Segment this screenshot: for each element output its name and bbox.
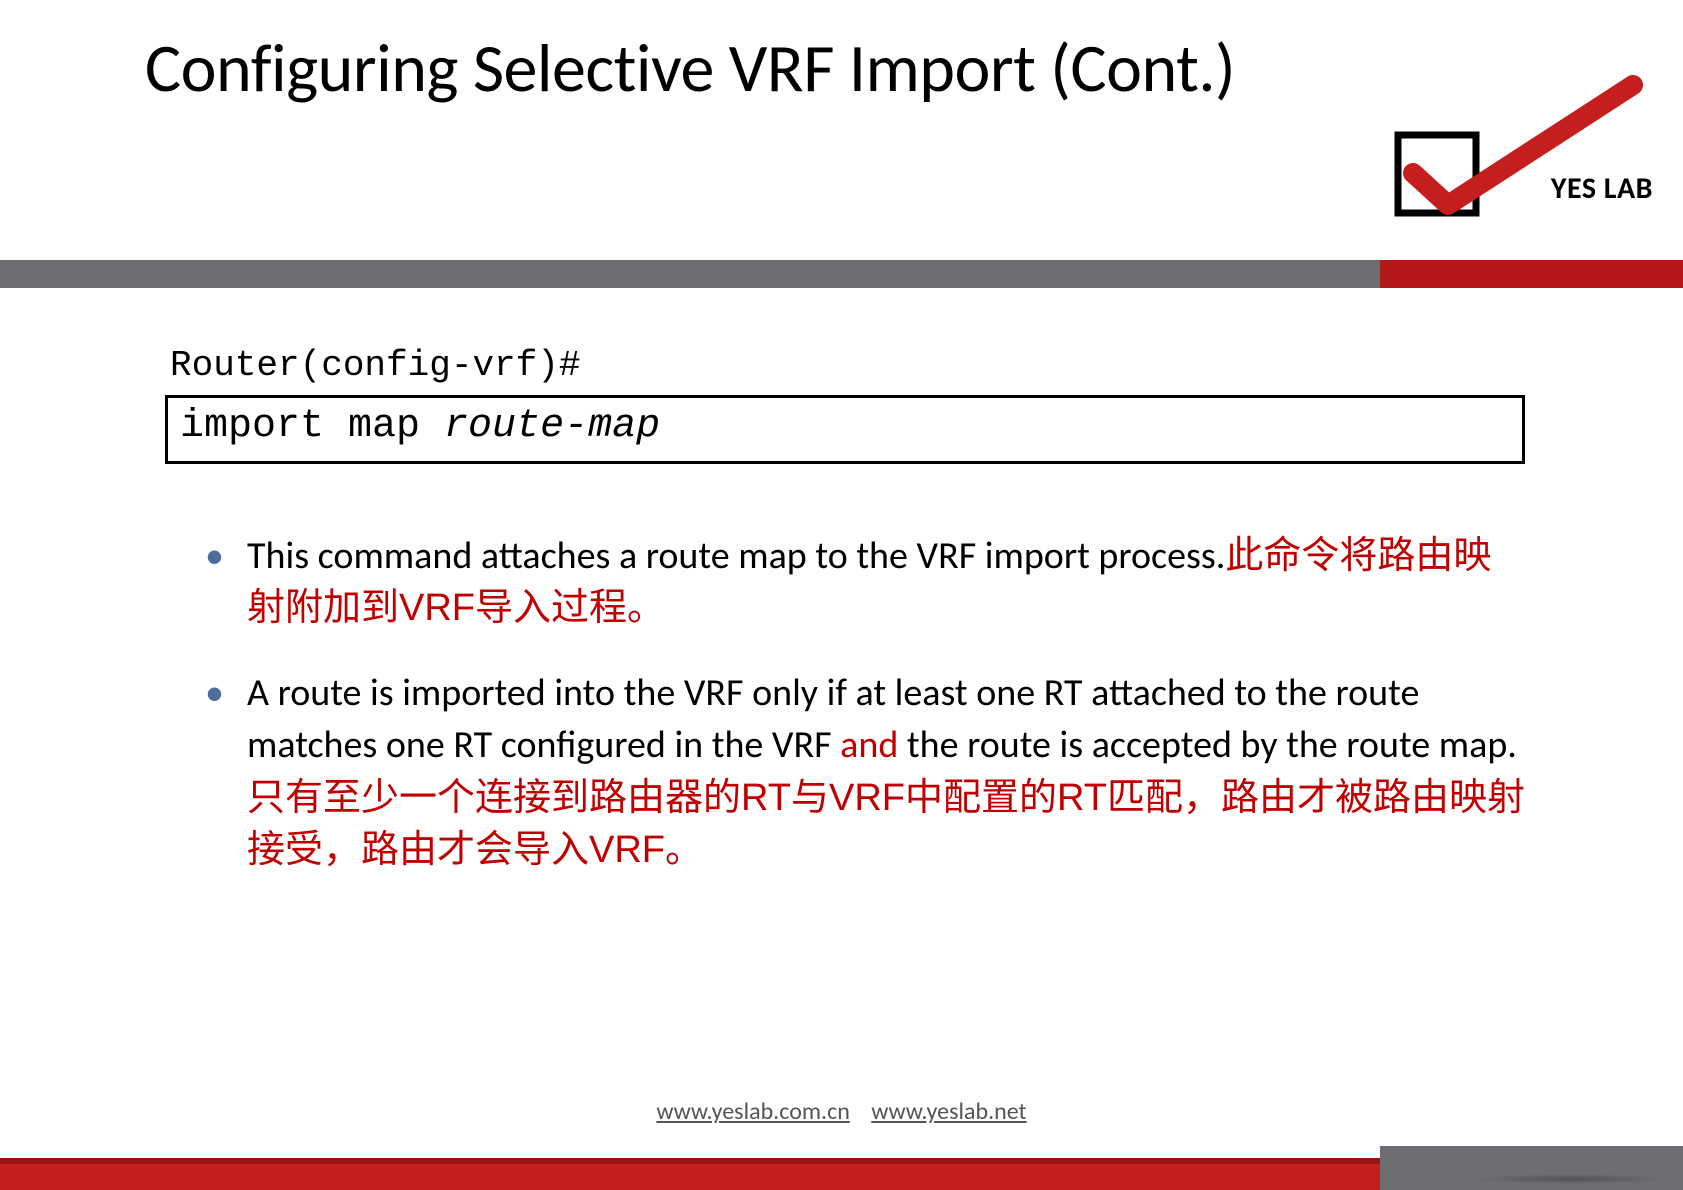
footer-shadow [1471, 1174, 1671, 1184]
footer-link-yeslab-net[interactable]: www.yeslab.net [871, 1097, 1026, 1126]
footer-links: www.yeslab.com.cn www.yeslab.net [0, 1097, 1683, 1126]
logo: YES LAB [1363, 65, 1653, 225]
bullet-text-english: This command attaches a route map to the… [247, 533, 1225, 579]
list-item: A route is imported into the VRF only if… [215, 667, 1525, 877]
bullet-text-chinese: 只有至少一个连接到路由器的RT与VRF中配置的RT匹配，路由才被路由映射接受，路… [247, 777, 1525, 871]
command-argument: route-map [444, 404, 660, 449]
command-text: import map [180, 404, 444, 449]
bullet-list: This command attaches a route map to the… [215, 530, 1525, 909]
bullet-red-word: and [840, 722, 898, 768]
footer-bar [0, 1146, 1683, 1190]
page-title: Configuring Selective VRF Import (Cont.) [0, 30, 1380, 108]
footer-link-yeslab-cn[interactable]: www.yeslab.com.cn [656, 1097, 849, 1126]
slide: Configuring Selective VRF Import (Cont.)… [0, 0, 1683, 1190]
config-prompt: Router(config-vrf)# [170, 345, 580, 386]
header-divider [0, 260, 1683, 288]
list-item: This command attaches a route map to the… [215, 530, 1525, 635]
bullet-text-english: the route is accepted by the route map. [898, 722, 1517, 768]
divider-grey [0, 260, 1380, 288]
divider-red [1380, 260, 1683, 288]
logo-text: YES LAB [1551, 170, 1653, 207]
footer-red-light [0, 1164, 1380, 1190]
command-box: import map route-map [165, 395, 1525, 464]
